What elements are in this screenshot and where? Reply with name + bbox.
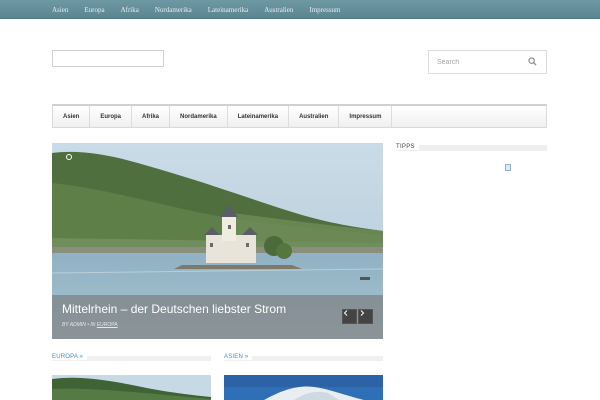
main-nav: Asien Europa Afrika Nordamerika Lateinam… (52, 104, 547, 128)
main-nav-item-afrika[interactable]: Afrika (132, 106, 171, 127)
top-nav-item-impressum[interactable]: Impressum (309, 6, 340, 14)
section-thumbnail-asien[interactable] (224, 375, 383, 400)
top-nav-item-australien[interactable]: Australien (264, 6, 293, 14)
chevron-right-icon (360, 310, 365, 316)
main-nav-item-asien[interactable]: Asien (53, 106, 91, 127)
top-nav-item-europa[interactable]: Europa (84, 6, 104, 14)
slider-category-link[interactable]: EUROPA (97, 322, 118, 328)
section-link-asien[interactable]: ASIEN » (224, 354, 253, 360)
search-icon[interactable] (528, 57, 537, 66)
slider-caption: Mittelrhein – der Deutschen liebster Str… (52, 295, 383, 339)
slider-pagination (66, 154, 72, 160)
slider-next-button[interactable] (358, 309, 373, 324)
chevron-left-icon (343, 310, 348, 316)
thumbnail-image (224, 375, 383, 400)
main-nav-item-australien[interactable]: Australien (289, 106, 340, 127)
section-thumbnail-europa[interactable] (52, 375, 211, 400)
section-link-europa[interactable]: EUROPA » (52, 354, 88, 360)
site-logo-placeholder[interactable] (52, 50, 164, 67)
top-nav-item-asien[interactable]: Asien (52, 6, 68, 14)
top-nav-item-lateinamerika[interactable]: Lateinamerika (208, 6, 248, 14)
sidebar-widget-title: TIPPS (396, 144, 419, 150)
slider-meta-prefix: BY ADMIN • IN (62, 322, 97, 328)
main-nav-item-europa[interactable]: Europa (90, 106, 133, 127)
thumbnail-image (52, 375, 211, 400)
slider-meta: BY ADMIN • IN EUROPA (62, 322, 118, 328)
main-nav-item-impressum[interactable]: Impressum (339, 106, 393, 127)
top-nav: Asien Europa Afrika Nordamerika Lateinam… (52, 0, 356, 19)
slider-dot-active[interactable] (66, 154, 72, 160)
slider-title[interactable]: Mittelrhein – der Deutschen liebster Str… (62, 302, 286, 316)
main-nav-item-lateinamerika[interactable]: Lateinamerika (228, 106, 290, 127)
search-form (428, 50, 547, 74)
broken-image-icon (505, 164, 511, 171)
slider-prev-button[interactable] (342, 309, 357, 324)
featured-slider[interactable]: Mittelrhein – der Deutschen liebster Str… (52, 143, 383, 339)
top-bar: Asien Europa Afrika Nordamerika Lateinam… (0, 0, 600, 19)
main-nav-item-nordamerika[interactable]: Nordamerika (170, 106, 228, 127)
top-nav-item-nordamerika[interactable]: Nordamerika (155, 6, 192, 14)
search-input[interactable] (429, 51, 525, 73)
top-nav-item-afrika[interactable]: Afrika (121, 6, 139, 14)
